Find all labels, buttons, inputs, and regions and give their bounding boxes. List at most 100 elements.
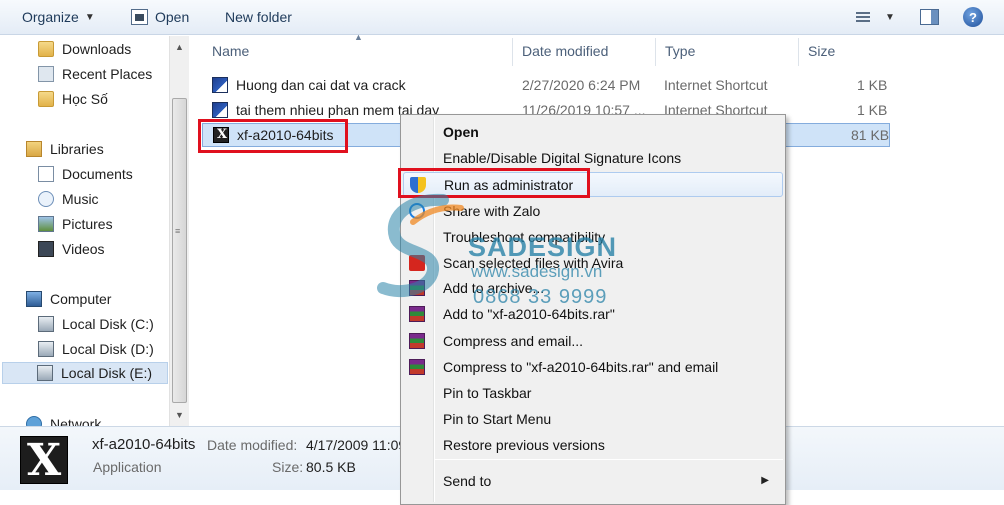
help-icon[interactable]: ? <box>963 7 983 27</box>
menu-item-open[interactable]: Open <box>403 119 783 144</box>
nav-item-label: Downloads <box>62 41 132 57</box>
size-cell: 1 KB <box>857 77 888 93</box>
nav-item-videos[interactable]: Videos <box>38 238 105 260</box>
details-size-label: Size: <box>272 459 304 475</box>
xf-application-large-icon: X <box>20 435 68 486</box>
nav-item-label: Videos <box>62 241 105 257</box>
internet-shortcut-icon <box>212 77 228 93</box>
libraries-icon <box>26 141 42 157</box>
details-filename: xf-a2010-64bits <box>92 436 196 453</box>
menu-item-compress-email[interactable]: Compress and email... <box>403 328 783 353</box>
menu-item-label: Open <box>443 123 479 140</box>
menu-item-troubleshoot[interactable]: Troubleshoot compatibility <box>403 224 783 249</box>
nav-item-downloads[interactable]: Downloads <box>38 38 131 60</box>
menu-item-label: Compress and email... <box>443 332 584 349</box>
menu-item-label: Pin to Start Menu <box>443 410 552 427</box>
nav-item-disk-e[interactable]: Local Disk (E:) <box>2 362 168 384</box>
nav-item-label: Libraries <box>50 141 104 157</box>
menu-item-add-to-archive[interactable]: Add to archive... <box>403 275 783 300</box>
menu-item-label: Troubleshoot compatibility <box>443 228 606 245</box>
date-cell: 2/27/2020 6:24 PM <box>522 77 641 93</box>
column-separator[interactable] <box>798 38 799 66</box>
column-header-date-modified[interactable]: Date modified <box>522 43 608 59</box>
organize-label: Organize <box>22 9 79 25</box>
hard-disk-icon <box>38 316 54 332</box>
menu-item-label: Compress to "xf-a2010-64bits.rar" and em… <box>443 358 719 375</box>
menu-item-restore-versions[interactable]: Restore previous versions <box>403 432 783 457</box>
network-icon <box>26 416 42 426</box>
preview-pane-icon[interactable] <box>920 9 939 25</box>
navigation-pane: Downloads Recent Places Học Số Libraries… <box>0 36 190 426</box>
type-cell: Internet Shortcut <box>664 77 768 93</box>
pictures-icon <box>38 216 54 232</box>
winrar-icon <box>409 305 425 322</box>
new-folder-button[interactable]: New folder <box>225 9 292 25</box>
scroll-grip-icon: ≡ <box>175 226 181 236</box>
nav-item-network[interactable]: Network <box>26 413 101 426</box>
nav-item-recent-places[interactable]: Recent Places <box>38 63 152 85</box>
menu-item-add-to-rar[interactable]: Add to "xf-a2010-64bits.rar" <box>403 301 783 326</box>
menu-item-label: Add to archive... <box>443 279 545 296</box>
nav-item-disk-c[interactable]: Local Disk (C:) <box>38 313 154 335</box>
music-icon <box>38 191 54 207</box>
folder-icon <box>38 91 54 107</box>
menu-item-send-to[interactable]: Send to ▶ <box>403 468 783 493</box>
nav-item-label: Học Số <box>62 91 108 107</box>
menu-item-compress-rar-email[interactable]: Compress to "xf-a2010-64bits.rar" and em… <box>403 354 783 379</box>
column-header-name[interactable]: Name <box>212 43 249 59</box>
application-icon <box>131 9 148 25</box>
nav-item-pictures[interactable]: Pictures <box>38 213 113 235</box>
view-options-chevron-icon[interactable]: ▼ <box>885 7 895 27</box>
internet-shortcut-icon <box>212 102 228 118</box>
chevron-down-icon: ▼ <box>84 11 95 23</box>
nav-item-documents[interactable]: Documents <box>38 163 133 185</box>
column-separator[interactable] <box>655 38 656 66</box>
nav-item-label: Recent Places <box>62 66 153 82</box>
menu-item-pin-taskbar[interactable]: Pin to Taskbar <box>403 380 783 405</box>
menu-item-pin-start[interactable]: Pin to Start Menu <box>403 406 783 431</box>
menu-item-label: Send to <box>443 472 492 489</box>
nav-item-label: Local Disk (E:) <box>61 365 153 381</box>
folder-icon <box>38 41 54 57</box>
zalo-icon <box>409 202 425 219</box>
table-row[interactable]: Huong dan cai dat va crack 2/27/2020 6:2… <box>190 74 1004 98</box>
scrollbar-thumb[interactable] <box>172 98 187 403</box>
scroll-down-icon[interactable]: ▼ <box>175 410 184 420</box>
menu-item-digital-signature[interactable]: Enable/Disable Digital Signature Icons <box>403 145 783 170</box>
menu-item-label: Pin to Taskbar <box>443 384 532 401</box>
file-name-cell: Huong dan cai dat va crack <box>212 77 406 93</box>
command-bar: Organize ▼ Open New folder ▼ ? <box>0 0 1004 35</box>
menu-item-share-zalo[interactable]: Share with Zalo <box>403 198 783 223</box>
nav-item-label: Documents <box>62 166 133 182</box>
nav-item-hoc-so[interactable]: Học Số <box>38 88 108 110</box>
nav-item-computer[interactable]: Computer <box>26 288 111 310</box>
menu-item-label: Enable/Disable Digital Signature Icons <box>443 149 682 166</box>
details-date-label: Date modified: <box>207 437 298 453</box>
nav-item-label: Pictures <box>62 216 113 232</box>
nav-item-label: Computer <box>50 291 112 307</box>
winrar-icon <box>409 358 425 375</box>
details-size-value: 80.5 KB <box>306 459 356 475</box>
nav-item-label: Network <box>50 416 102 426</box>
menu-separator <box>435 459 783 460</box>
scroll-up-icon[interactable]: ▲ <box>175 42 184 52</box>
size-cell: 81 KB <box>851 127 890 143</box>
navigation-scrollbar[interactable]: ▲ ≡ ▼ <box>169 36 189 426</box>
nav-item-disk-d[interactable]: Local Disk (D:) <box>38 338 154 360</box>
column-header-size[interactable]: Size <box>808 43 835 59</box>
nav-item-music[interactable]: Music <box>38 188 99 210</box>
column-header-type[interactable]: Type <box>665 43 695 59</box>
nav-item-label: Local Disk (C:) <box>62 316 154 332</box>
nav-item-libraries[interactable]: Libraries <box>26 138 104 160</box>
winrar-icon <box>409 332 425 349</box>
menu-item-label: Share with Zalo <box>443 202 541 219</box>
menu-item-scan-avira[interactable]: Scan selected files with Avira <box>403 250 783 275</box>
file-name: Huong dan cai dat va crack <box>236 77 406 93</box>
change-view-icon[interactable] <box>856 7 874 27</box>
column-separator[interactable] <box>512 38 513 66</box>
avira-icon <box>409 254 425 271</box>
new-folder-label: New folder <box>225 9 292 25</box>
videos-icon <box>38 241 54 257</box>
open-button[interactable]: Open <box>131 9 189 25</box>
organize-button[interactable]: Organize ▼ <box>22 9 95 25</box>
